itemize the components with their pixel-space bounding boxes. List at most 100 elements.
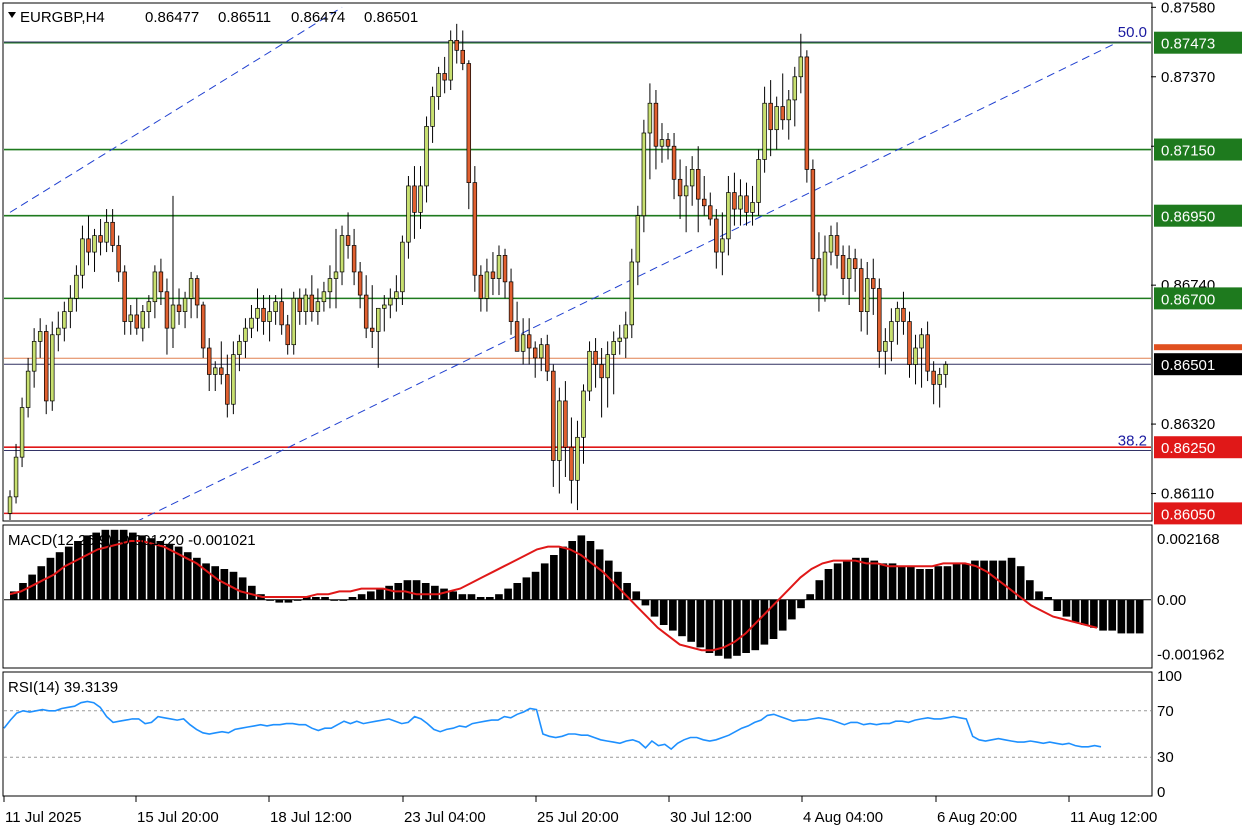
macd-bar [321,597,329,600]
macd-bar [403,580,412,600]
macd-bar [513,583,522,600]
macd-bar [266,599,274,601]
candle [804,50,810,183]
macd-bar [852,557,860,600]
time-tick-label: 18 Jul 12:00 [270,809,352,826]
candle [50,321,55,411]
ohlc-low: 0.86474 [291,9,345,26]
macd-bar [421,583,430,600]
macd-bar [687,599,695,642]
macd-bar [989,560,998,600]
level-tag-3: 0.86700 [1161,291,1215,308]
macd-bar [366,591,375,600]
macd-bar [678,599,686,637]
macd-bar [952,563,961,600]
macd-bar [339,599,348,601]
macd-bar [495,594,503,600]
macd-bar [1099,599,1107,631]
candle [641,119,647,233]
macd-bar [632,591,641,600]
macd-bar [742,599,750,653]
macd-bar [293,599,302,601]
symbol-label: EURGBP,H4 [20,9,105,26]
macd-bar [412,580,421,600]
rsi-tick-label: 0 [1157,784,1165,801]
macd-bar [348,597,357,600]
macd-bar [961,563,970,600]
macd-bar [1090,599,1098,628]
macd-bar [815,580,824,600]
macd-bar [540,563,549,600]
macd-bar [165,543,174,600]
price-tick-label: 0.86320 [1161,416,1215,433]
macd-bar [64,546,73,600]
ohlc-close: 0.86501 [364,9,418,26]
level-tag-5: 0.86050 [1161,506,1215,523]
current-price-tag: 0.86501 [1161,357,1215,374]
macd-tick-label: 0.00 [1157,592,1186,609]
macd-bar [907,566,915,600]
level-tag-1: 0.87150 [1161,143,1215,160]
macd-bar [595,549,604,600]
rsi-tick-label: 70 [1157,703,1174,720]
candle [472,166,478,292]
macd-bar [211,566,220,600]
macd-bar [659,599,668,625]
time-tick-label: 11 Jul 2025 [5,809,81,826]
macd-bar [550,555,558,600]
macd-bar [312,597,320,600]
macd-label: MACD(12,26,9) -0.001220 -0.001021 [8,532,256,549]
macd-bar [650,599,659,617]
macd-bar [559,546,567,600]
macd-bar [449,591,458,600]
level-tag-0: 0.87473 [1161,36,1215,53]
price-tick-label: 0.87580 [1161,0,1215,16]
level-tag-4: 0.86250 [1161,440,1215,457]
macd-bar [824,569,833,600]
macd-tick-label: -0.001962 [1157,647,1225,664]
macd-bar [1044,597,1052,600]
macd-bar [788,599,796,620]
macd-bar [385,585,393,600]
macd-bar [870,560,879,600]
price-tick-label: 0.87370 [1161,69,1215,86]
macd-bar [156,541,165,600]
macd-bar [531,571,540,600]
macd-bar [842,560,851,600]
macd-bar [458,594,467,600]
macd-bar [1062,599,1071,617]
macd-bar [833,563,842,600]
macd-bar [696,599,705,648]
macd-bar [467,594,476,600]
time-tick-label: 6 Aug 20:00 [937,809,1017,826]
macd-bar [330,599,339,601]
time-tick-label: 15 Jul 20:00 [137,809,219,826]
candle [43,324,49,415]
time-tick-label: 11 Aug 12:00 [1070,809,1157,826]
fib-label-0: 50.0 [1118,24,1147,41]
macd-bar [376,588,384,600]
macd-bar [879,563,888,600]
macd-bar [723,599,732,659]
ohlc-high: 0.86511 [218,9,271,26]
candle [19,397,25,468]
macd-bar [778,599,787,631]
macd-bar [916,569,924,600]
macd-bar [1071,599,1080,623]
macd-bar [1035,591,1043,600]
macd-bar [74,541,82,600]
macd-bar [806,594,814,600]
level-tag-2: 0.86950 [1161,209,1215,226]
macd-bar [705,599,714,653]
macd-bar [760,599,769,645]
macd-bar [238,577,247,600]
macd-tick-label: 0.002168 [1157,531,1220,548]
price-chart: 50.038.2 0.875800.873700.871600.867400.8… [2,0,1242,826]
rsi-label: RSI(14) 39.3139 [8,679,118,696]
macd-bar [669,599,677,631]
macd-bar [275,599,284,603]
macd-bar [284,599,293,603]
macd-bar [1126,599,1135,634]
macd-bar [577,535,586,600]
ohlc-open: 0.86477 [145,9,199,26]
